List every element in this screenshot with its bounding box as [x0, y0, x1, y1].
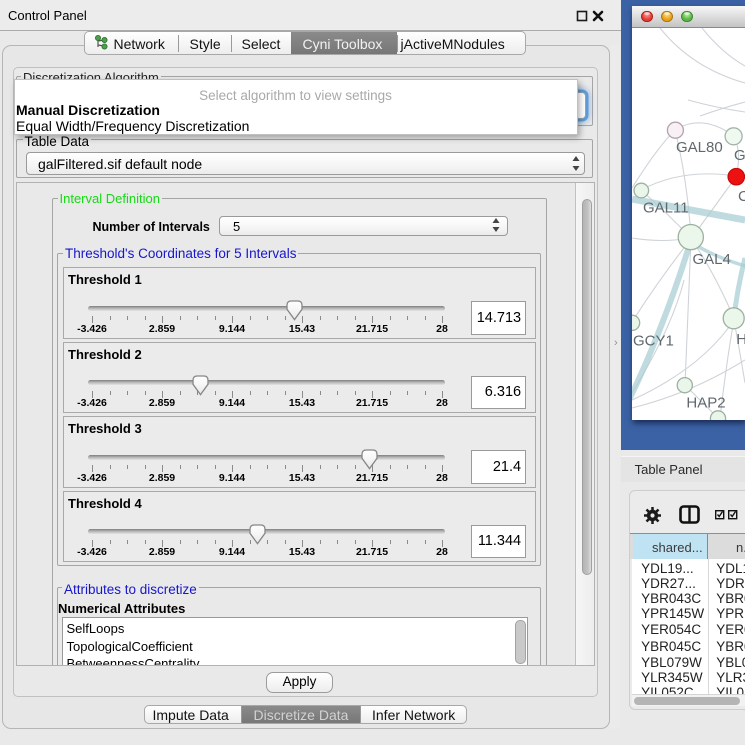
svg-text:GAL11: GAL11: [643, 199, 689, 216]
svg-text:GA: GA: [734, 147, 745, 164]
svg-text:H: H: [736, 331, 745, 348]
svg-text:GAL80: GAL80: [676, 139, 723, 156]
svg-text:C: C: [738, 188, 745, 205]
svg-text:GCY1: GCY1: [633, 332, 674, 349]
svg-text:HAP2: HAP2: [686, 394, 725, 411]
svg-text:GAL4: GAL4: [693, 251, 731, 268]
